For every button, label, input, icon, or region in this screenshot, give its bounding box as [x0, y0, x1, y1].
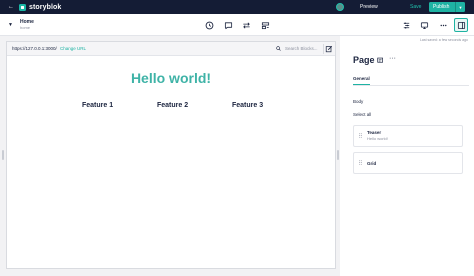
story-slug: home	[20, 25, 31, 30]
edit-icon[interactable]	[325, 45, 333, 53]
url-divider	[323, 44, 324, 54]
comments-icon[interactable]	[221, 18, 235, 32]
preview-url: https://127.0.0.1:3000/	[12, 46, 57, 51]
publish-button[interactable]: Publish ▼	[429, 2, 465, 12]
url-bar: https://127.0.0.1:3000/ Change URL Searc…	[7, 42, 335, 56]
chevron-down-icon[interactable]: ▼	[459, 5, 463, 10]
block-name: Teaser	[367, 130, 382, 135]
search-icon	[276, 46, 281, 51]
feature-3[interactable]: Feature 3	[232, 102, 263, 109]
save-button[interactable]: Save	[410, 4, 421, 10]
panel-title: Page	[353, 55, 375, 65]
feature-2[interactable]: Feature 2	[157, 102, 188, 109]
feature-1[interactable]: Feature 1	[82, 102, 113, 109]
search-placeholder: Search Blocks...	[285, 46, 318, 51]
block-name: Grid	[367, 161, 377, 166]
layout-icon[interactable]	[258, 18, 272, 32]
history-icon[interactable]	[202, 18, 216, 32]
sidebar-toggle-icon[interactable]	[454, 18, 468, 32]
last-saved-status: Last saved: a few seconds ago	[419, 38, 468, 42]
block-item-grid[interactable]: Grid	[353, 152, 463, 174]
block-editor-panel: Last saved: a few seconds ago Page ··· G…	[340, 36, 474, 276]
more-icon[interactable]: ···	[389, 55, 396, 62]
body-field-label: Body	[353, 99, 364, 104]
user-avatar-icon[interactable]	[336, 3, 344, 11]
resize-handle-right[interactable]	[337, 150, 339, 160]
block-item-teaser[interactable]: Teaser Hello world!	[353, 125, 463, 147]
tabs-divider	[353, 85, 469, 86]
more-icon[interactable]	[436, 18, 450, 32]
publish-divider	[455, 2, 456, 12]
visual-preview: https://127.0.0.1:3000/ Change URL Searc…	[6, 41, 336, 269]
preview-screen-icon[interactable]	[417, 18, 431, 32]
change-url-link[interactable]: Change URL	[60, 46, 86, 51]
story-toolbar: ▼ Home home	[0, 14, 474, 36]
resize-handle-left[interactable]	[2, 150, 4, 160]
preview-heading[interactable]: Hello world!	[7, 70, 335, 86]
top-bar: ← storyblok Preview Save Publish ▼	[0, 0, 474, 14]
publish-label: Publish	[433, 4, 450, 10]
preview-button[interactable]: Preview	[360, 4, 378, 10]
edit-block-icon[interactable]	[377, 57, 384, 64]
swap-icon[interactable]	[239, 18, 253, 32]
arrow-left-icon[interactable]: ←	[8, 4, 14, 10]
brand-name: storyblok	[29, 3, 62, 11]
storyblok-logo-icon	[19, 3, 26, 11]
brand: ← storyblok	[8, 3, 62, 11]
block-subtitle: Hello world!	[367, 136, 388, 141]
select-all-link[interactable]: Select all	[353, 112, 371, 117]
search-blocks-input[interactable]: Search Blocks...	[274, 43, 324, 54]
drag-handle-icon[interactable]	[359, 133, 362, 138]
tab-general[interactable]: General	[353, 76, 370, 81]
settings-icon[interactable]	[399, 18, 413, 32]
drag-handle-icon[interactable]	[359, 160, 362, 165]
chevron-down-icon[interactable]: ▼	[8, 22, 13, 28]
